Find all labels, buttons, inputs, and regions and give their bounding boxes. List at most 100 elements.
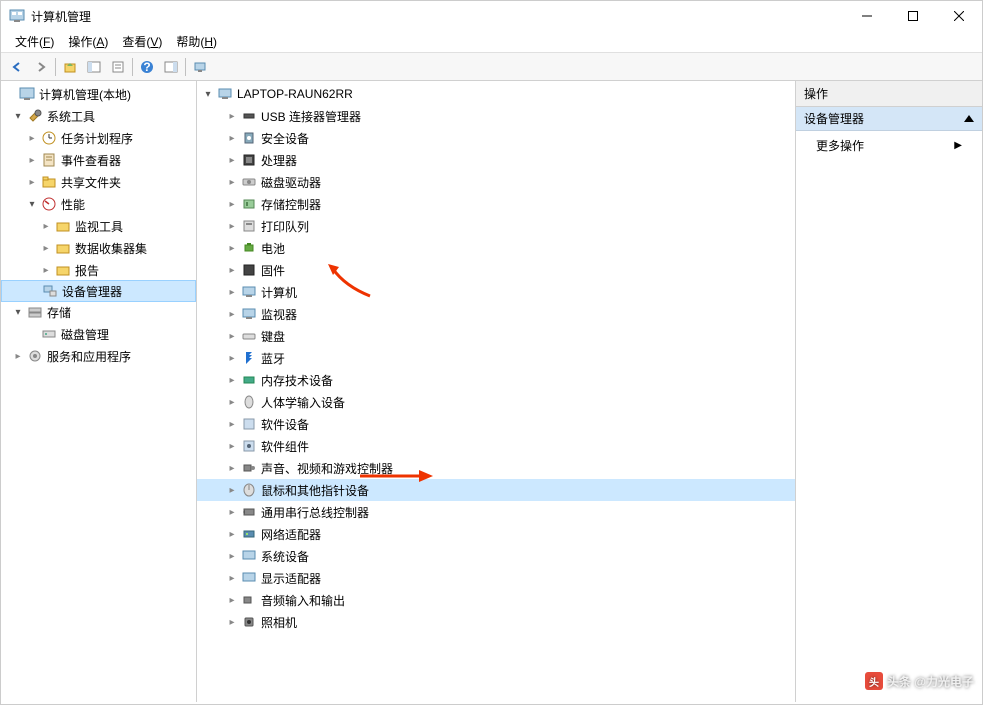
tree-system-tools[interactable]: 系统工具 <box>1 105 196 127</box>
title-bar: 计算机管理 <box>1 1 982 31</box>
toolbar-separator <box>132 58 133 76</box>
device-icon <box>241 152 257 168</box>
close-button[interactable] <box>936 1 982 31</box>
tree-data-collector-sets[interactable]: 数据收集器集 <box>1 237 196 259</box>
expand-arrow-icon[interactable] <box>39 219 53 233</box>
expand-arrow-icon[interactable] <box>225 395 239 409</box>
tree-root-computer-management[interactable]: 计算机管理(本地) <box>1 83 196 105</box>
device-category[interactable]: 鼠标和其他指针设备 <box>197 479 795 501</box>
expand-arrow-icon[interactable] <box>225 549 239 563</box>
device-category[interactable]: 电池 <box>197 237 795 259</box>
menu-file[interactable]: 文件(F) <box>9 31 60 52</box>
menu-action[interactable]: 操作(A) <box>62 31 114 52</box>
show-hide-tree-button[interactable] <box>82 56 106 78</box>
expand-arrow-icon[interactable] <box>11 349 25 363</box>
device-category[interactable]: 软件设备 <box>197 413 795 435</box>
back-button[interactable] <box>5 56 29 78</box>
device-category[interactable]: 照相机 <box>197 611 795 633</box>
device-root[interactable]: LAPTOP-RAUN62RR <box>197 83 795 105</box>
expand-arrow-icon[interactable] <box>225 241 239 255</box>
device-category[interactable]: 音频输入和输出 <box>197 589 795 611</box>
console-tree-pane[interactable]: 计算机管理(本地) 系统工具 任务计划程序 事件查看器 共享文件夹 性能 <box>1 81 197 702</box>
device-icon <box>241 130 257 146</box>
expand-arrow-icon[interactable] <box>25 175 39 189</box>
minimize-button[interactable] <box>844 1 890 31</box>
device-category[interactable]: 存储控制器 <box>197 193 795 215</box>
expand-arrow-icon[interactable] <box>225 109 239 123</box>
device-category[interactable]: 安全设备 <box>197 127 795 149</box>
expand-arrow-icon[interactable] <box>225 593 239 607</box>
expand-arrow-icon[interactable] <box>225 307 239 321</box>
refresh-button[interactable] <box>188 56 212 78</box>
expand-arrow-icon[interactable] <box>225 131 239 145</box>
watermark-icon: 头 <box>865 672 883 690</box>
tree-services-apps[interactable]: 服务和应用程序 <box>1 345 196 367</box>
device-category[interactable]: 网络适配器 <box>197 523 795 545</box>
expand-arrow-icon[interactable] <box>225 351 239 365</box>
tree-performance[interactable]: 性能 <box>1 193 196 215</box>
device-category[interactable]: 计算机 <box>197 281 795 303</box>
device-category[interactable]: 磁盘驱动器 <box>197 171 795 193</box>
expand-arrow-icon[interactable] <box>225 263 239 277</box>
folder-icon <box>55 262 71 278</box>
device-category[interactable]: 系统设备 <box>197 545 795 567</box>
expand-arrow-icon[interactable] <box>39 263 53 277</box>
expand-arrow-icon[interactable] <box>25 153 39 167</box>
expand-arrow-icon[interactable] <box>25 197 39 211</box>
help-button[interactable]: ? <box>135 56 159 78</box>
expand-arrow-icon[interactable] <box>225 373 239 387</box>
expand-arrow-icon[interactable] <box>225 439 239 453</box>
expand-arrow-icon[interactable] <box>11 109 25 123</box>
expand-arrow-icon[interactable] <box>225 461 239 475</box>
tree-device-manager[interactable]: 设备管理器 <box>1 280 196 302</box>
device-category[interactable]: 固件 <box>197 259 795 281</box>
more-actions[interactable]: 更多操作 ▶ <box>796 131 982 160</box>
expand-arrow-icon[interactable] <box>225 505 239 519</box>
expand-arrow-icon[interactable] <box>225 571 239 585</box>
device-category[interactable]: 人体学输入设备 <box>197 391 795 413</box>
expand-arrow-icon[interactable] <box>225 219 239 233</box>
expand-arrow-icon[interactable] <box>225 615 239 629</box>
device-category[interactable]: USB 连接器管理器 <box>197 105 795 127</box>
expand-arrow-icon[interactable] <box>225 197 239 211</box>
expand-arrow-icon[interactable] <box>225 527 239 541</box>
device-category[interactable]: 打印队列 <box>197 215 795 237</box>
device-icon <box>241 218 257 234</box>
expand-arrow-icon[interactable] <box>225 153 239 167</box>
menu-help[interactable]: 帮助(H) <box>170 31 223 52</box>
expand-arrow-icon[interactable] <box>225 285 239 299</box>
expand-arrow-icon[interactable] <box>25 131 39 145</box>
action-pane-button[interactable] <box>159 56 183 78</box>
device-category[interactable]: 内存技术设备 <box>197 369 795 391</box>
device-category[interactable]: 软件组件 <box>197 435 795 457</box>
tree-storage[interactable]: 存储 <box>1 301 196 323</box>
device-category[interactable]: 声音、视频和游戏控制器 <box>197 457 795 479</box>
expand-arrow-icon[interactable] <box>39 241 53 255</box>
device-tree-pane[interactable]: LAPTOP-RAUN62RR USB 连接器管理器 安全设备 处理器 磁盘驱动… <box>197 81 796 702</box>
forward-button[interactable] <box>29 56 53 78</box>
device-category[interactable]: 蓝牙 <box>197 347 795 369</box>
maximize-button[interactable] <box>890 1 936 31</box>
properties-button[interactable] <box>106 56 130 78</box>
device-category[interactable]: 通用串行总线控制器 <box>197 501 795 523</box>
tree-event-viewer[interactable]: 事件查看器 <box>1 149 196 171</box>
expand-arrow-icon[interactable] <box>225 417 239 431</box>
actions-section-title[interactable]: 设备管理器 <box>796 107 982 131</box>
device-category[interactable]: 键盘 <box>197 325 795 347</box>
expand-arrow-icon[interactable] <box>201 87 215 101</box>
tree-disk-management[interactable]: 磁盘管理 <box>1 323 196 345</box>
expand-arrow-icon[interactable] <box>225 329 239 343</box>
expand-arrow-icon[interactable] <box>225 175 239 189</box>
tree-monitoring-tools[interactable]: 监视工具 <box>1 215 196 237</box>
device-category[interactable]: 显示适配器 <box>197 567 795 589</box>
device-category[interactable]: 处理器 <box>197 149 795 171</box>
menu-view[interactable]: 查看(V) <box>116 31 168 52</box>
tree-shared-folders[interactable]: 共享文件夹 <box>1 171 196 193</box>
expand-arrow-icon[interactable] <box>11 305 25 319</box>
tree-task-scheduler[interactable]: 任务计划程序 <box>1 127 196 149</box>
expand-arrow-icon[interactable] <box>225 483 239 497</box>
device-category[interactable]: 监视器 <box>197 303 795 325</box>
collapse-icon[interactable] <box>964 115 974 122</box>
tree-reports[interactable]: 报告 <box>1 259 196 281</box>
up-button[interactable] <box>58 56 82 78</box>
